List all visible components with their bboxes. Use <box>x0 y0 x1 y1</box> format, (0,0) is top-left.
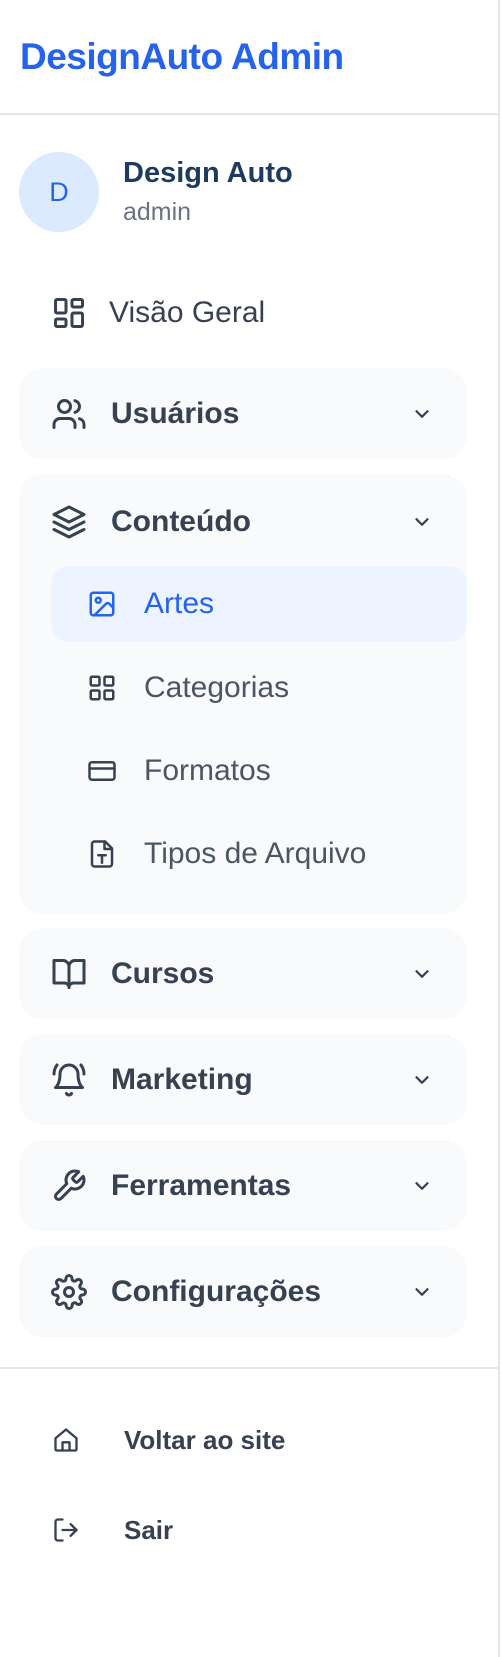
nav-item-overview[interactable]: Visão Geral <box>19 290 467 336</box>
sub-item-label-artes: Artes <box>144 587 215 620</box>
grid-icon <box>51 295 87 331</box>
user-profile: D Design Auto admin <box>19 152 293 232</box>
image-icon <box>84 586 120 622</box>
home-icon <box>52 1426 80 1454</box>
sub-item-label-tipos-de-arquivo: Tipos de Arquivo <box>144 837 367 870</box>
nav-group-label-users: Usuários <box>111 396 240 430</box>
nav-group-content-header[interactable]: Conteúdo <box>19 474 467 570</box>
layers-icon <box>51 504 87 540</box>
sub-item-artes[interactable]: Artes <box>51 566 467 642</box>
chevron-down-icon <box>411 511 433 533</box>
nav-group-courses-header[interactable]: Cursos <box>19 928 467 1019</box>
nav-group-label-content: Conteúdo <box>111 505 251 538</box>
back-to-site-link[interactable]: Voltar ao site <box>52 1420 285 1460</box>
sub-item-label-categorias: Categorias <box>144 671 290 704</box>
sub-item-categorias[interactable]: Categorias <box>51 648 467 728</box>
logout-icon <box>52 1516 80 1544</box>
nav-group-users-header[interactable]: Usuários <box>19 368 467 459</box>
nav-group-label-marketing: Marketing <box>111 1062 253 1096</box>
nav-group-marketing-header[interactable]: Marketing <box>19 1034 467 1125</box>
sub-item-label-formatos: Formatos <box>144 754 271 787</box>
chevron-down-icon <box>411 1069 433 1091</box>
logout-label: Sair <box>124 1514 174 1545</box>
footer-divider <box>0 1367 500 1369</box>
chevron-down-icon <box>411 963 433 985</box>
users-icon <box>51 396 87 432</box>
back-to-site-label: Voltar ao site <box>124 1424 286 1455</box>
brand-title[interactable]: DesignAuto Admin <box>20 36 498 78</box>
nav-group-label-settings: Configurações <box>111 1274 322 1308</box>
user-role: admin <box>123 198 192 226</box>
nav-group-tools-header[interactable]: Ferramentas <box>19 1140 467 1231</box>
nav-group-content: Conteúdo Artes Categorias Formatos Tipos… <box>19 474 467 914</box>
user-info: Design Auto admin <box>123 157 293 227</box>
sub-item-tipos-de-arquivo[interactable]: Tipos de Arquivo <box>51 814 467 894</box>
nav-group-courses: Cursos <box>19 928 467 1019</box>
nav-group-label-tools: Ferramentas <box>111 1168 292 1202</box>
nav-group-settings: Configurações <box>19 1246 467 1337</box>
admin-sidebar: DesignAuto Admin D Design Auto admin Vis… <box>0 0 500 1657</box>
avatar: D <box>19 152 99 232</box>
gear-icon <box>51 1273 87 1310</box>
logout-button[interactable]: Sair <box>52 1510 173 1550</box>
brand-header: DesignAuto Admin <box>0 0 498 115</box>
wrench-icon <box>51 1168 87 1204</box>
bell-ring-icon <box>51 1062 87 1098</box>
file-type-icon <box>84 836 120 872</box>
chevron-down-icon <box>411 403 433 425</box>
nav-group-users: Usuários <box>19 368 467 459</box>
nav-group-settings-header[interactable]: Configurações <box>19 1246 467 1337</box>
grid-icon <box>84 670 120 706</box>
nav-label-overview: Visão Geral <box>109 296 266 329</box>
nav-group-tools: Ferramentas <box>19 1140 467 1231</box>
chevron-down-icon <box>411 1281 433 1303</box>
user-name: Design Auto <box>123 157 293 189</box>
book-icon <box>51 956 87 992</box>
chevron-down-icon <box>411 1175 433 1197</box>
nav-group-marketing: Marketing <box>19 1034 467 1125</box>
sub-item-formatos[interactable]: Formatos <box>51 731 467 811</box>
card-icon <box>84 753 120 789</box>
nav-group-label-courses: Cursos <box>111 956 215 990</box>
